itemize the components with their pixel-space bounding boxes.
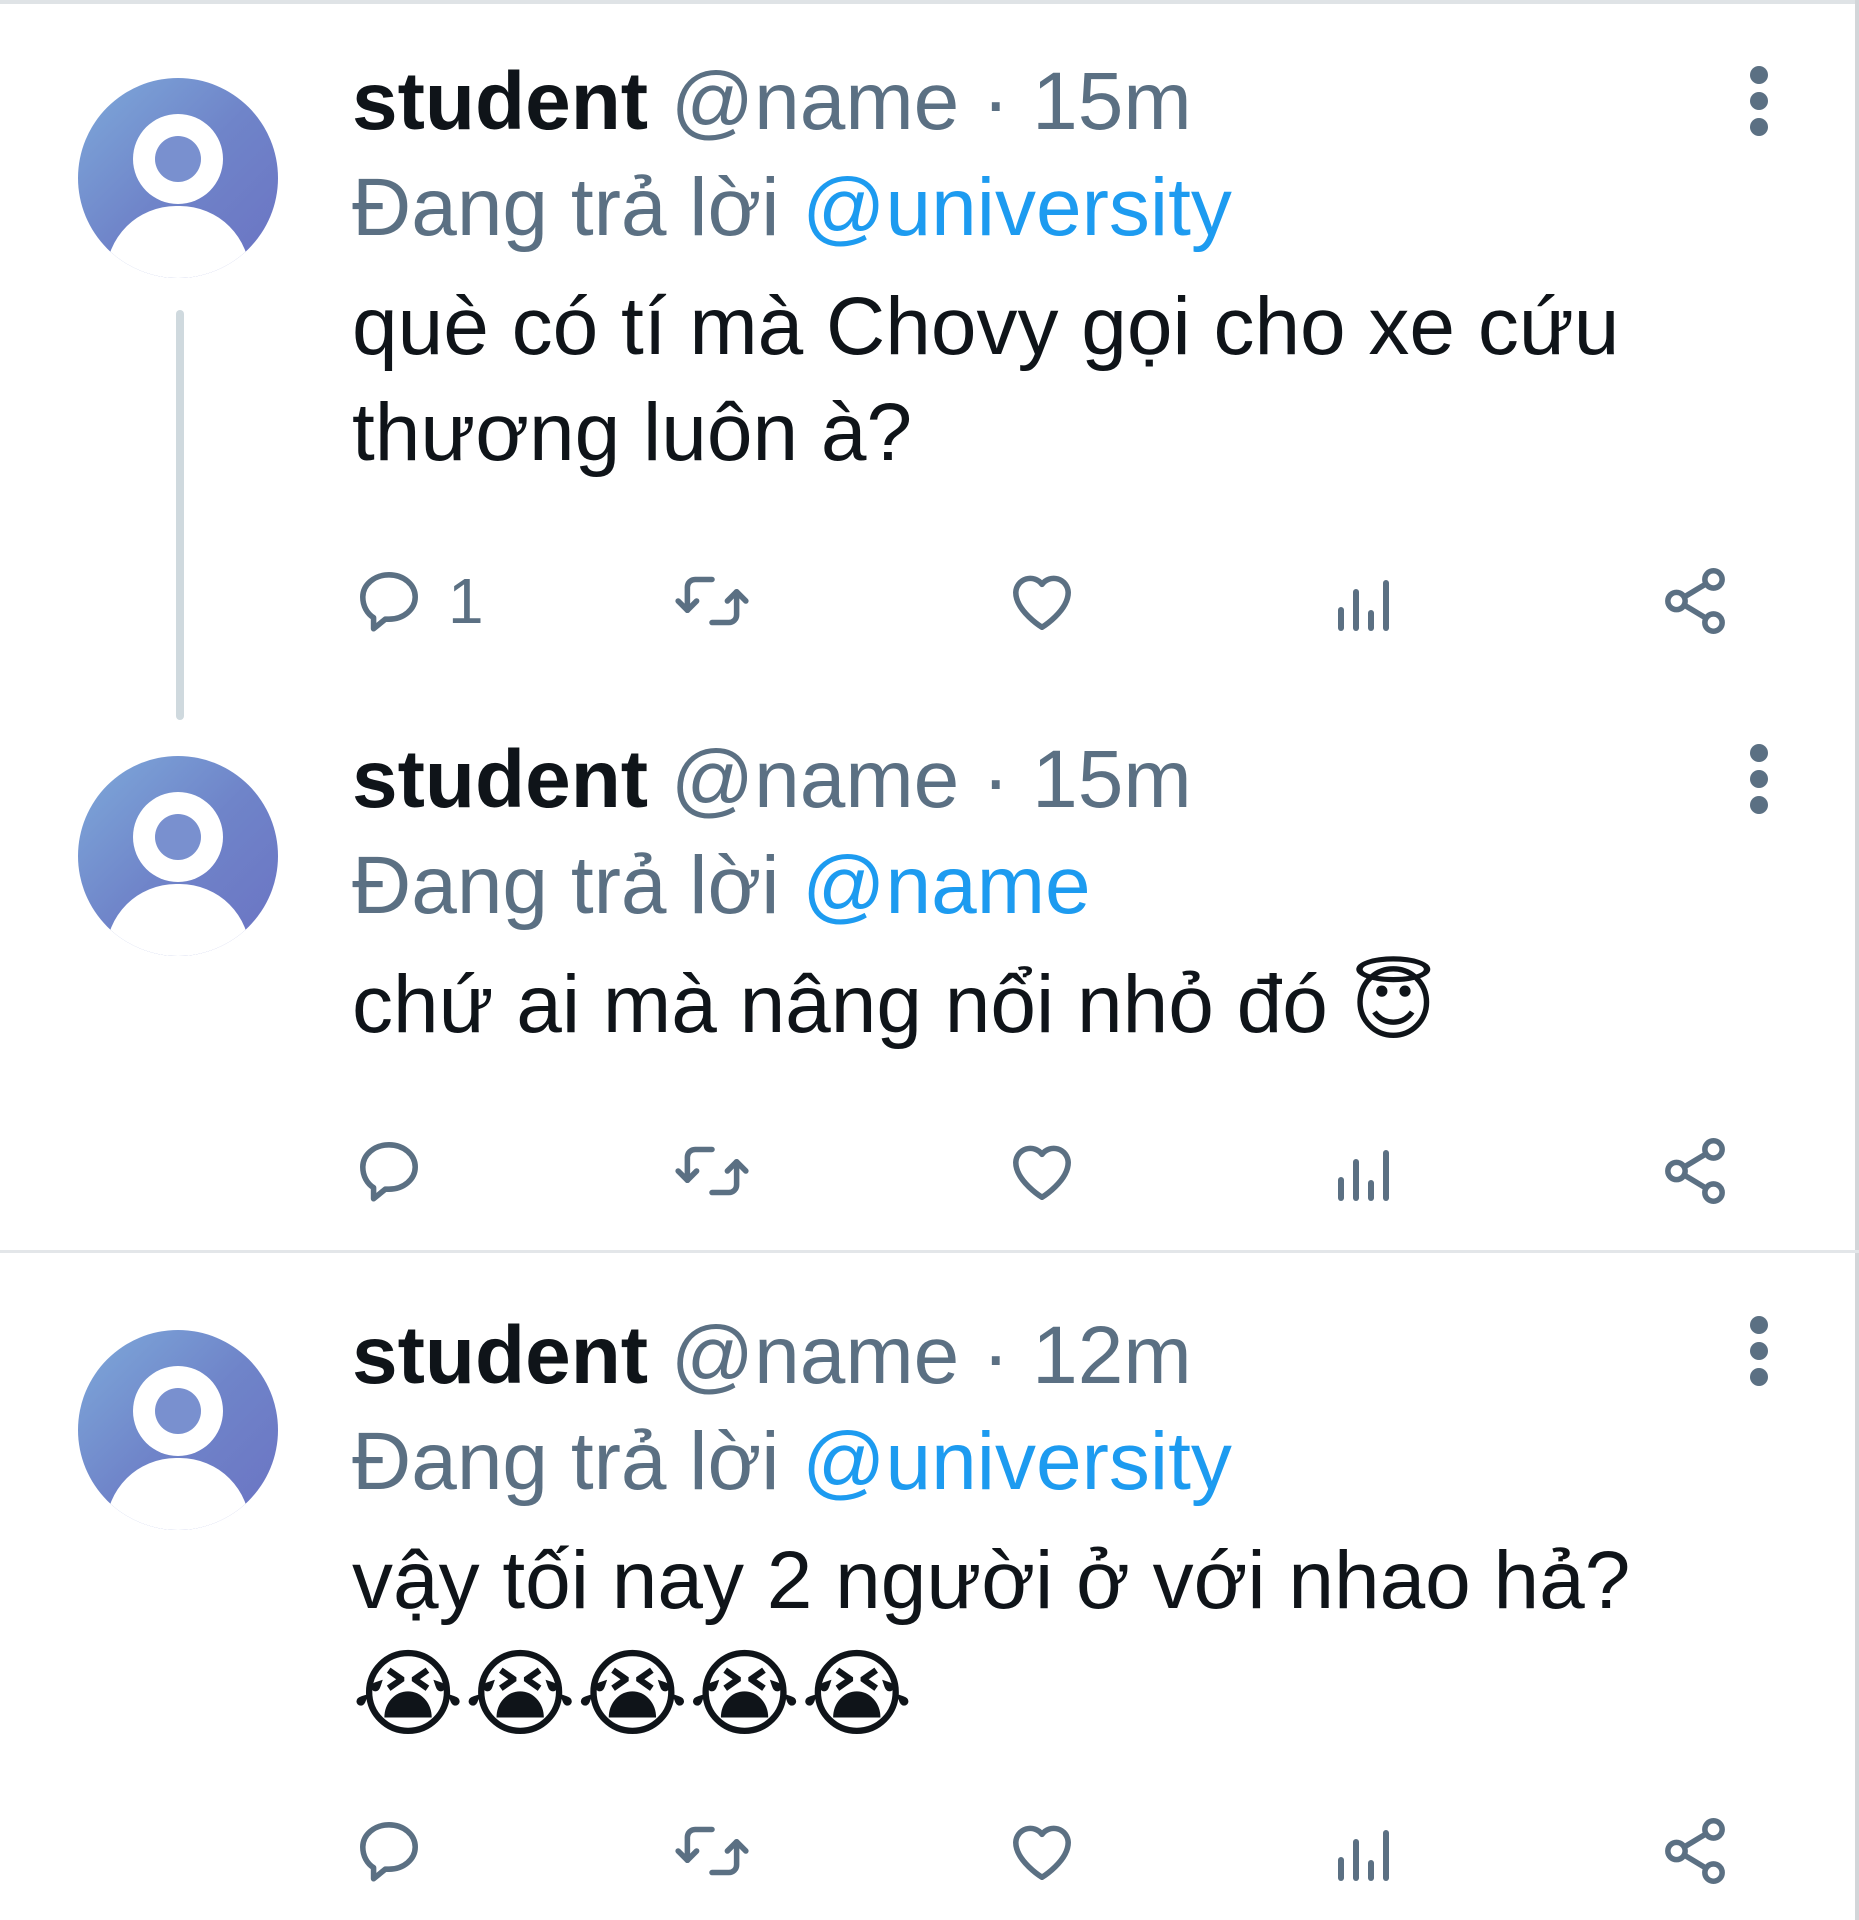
more-icon-dot <box>1750 1368 1768 1386</box>
retweet-button[interactable] <box>672 1806 752 1896</box>
more-icon <box>1750 744 1768 762</box>
avatar-body <box>106 206 250 278</box>
like-icon <box>1013 1145 1071 1200</box>
replying-to-label: Đang trả lời <box>352 840 780 931</box>
tweet-text: chứ ai mà nâng nổi nhỏ đó 😇 <box>352 952 1739 1058</box>
reply-mention-link[interactable]: @name <box>802 840 1090 931</box>
more-icon <box>1750 1316 1768 1334</box>
tweet-actions: 1 <box>352 556 1752 646</box>
more-icon-dot <box>1750 770 1768 788</box>
tweet-text-body: chứ ai mà nâng nổi nhỏ đó <box>352 959 1328 1050</box>
like-icon <box>1013 575 1071 630</box>
more-options-button[interactable] <box>1739 56 1779 146</box>
tweet-content: student @name · 12m Đang trả lời @univer… <box>352 1306 1739 1754</box>
timestamp[interactable]: 15m <box>1032 56 1192 147</box>
tweet-text: què có tí mà Chovy gọi cho xe cứu thương… <box>352 281 1620 478</box>
reply-mention-link[interactable]: @university <box>802 1416 1232 1507</box>
retweet-icon <box>675 576 749 626</box>
tweet-header: student @name · 15m <box>352 730 1739 830</box>
like-icon <box>1013 1825 1071 1880</box>
views-icon <box>1338 1830 1389 1881</box>
like-button[interactable] <box>1004 1126 1080 1216</box>
retweet-icon <box>675 1826 749 1876</box>
tweet-content: student @name · 15m Đang trả lời @name c… <box>352 730 1739 1058</box>
tweet-text: vậy tối nay 2 người ở với nhao hả? <box>352 1535 1631 1626</box>
reply-mention-link[interactable]: @university <box>802 162 1232 253</box>
halo-emoji: 😇 <box>1350 957 1437 1052</box>
share-button[interactable] <box>1658 1126 1732 1216</box>
like-button[interactable] <box>1004 1806 1080 1896</box>
thread-connector <box>176 310 184 720</box>
more-icon-dot <box>1750 1342 1768 1360</box>
avatar[interactable] <box>78 756 278 956</box>
share-button[interactable] <box>1658 556 1732 646</box>
avatar-head <box>133 792 223 882</box>
views-button[interactable] <box>1332 556 1398 646</box>
tweet-header: student @name · 15m <box>352 52 1739 152</box>
reply-count: 1 <box>448 565 484 637</box>
separator-dot: · <box>982 1310 1010 1401</box>
avatar[interactable] <box>78 1330 278 1530</box>
avatar-head <box>133 114 223 204</box>
timestamp[interactable]: 12m <box>1032 1310 1192 1401</box>
replying-to: Đang trả lời @name <box>352 836 1739 936</box>
views-button[interactable] <box>1332 1126 1398 1216</box>
tweet-content: student @name · 15m Đang trả lời @univer… <box>352 52 1739 486</box>
like-button[interactable] <box>1004 556 1080 646</box>
avatar[interactable] <box>78 78 278 278</box>
avatar-body <box>106 884 250 956</box>
avatar-head <box>133 1366 223 1456</box>
tweet-actions <box>352 1126 1752 1216</box>
reply-icon <box>360 572 418 632</box>
replying-to: Đang trả lời @university <box>352 158 1739 258</box>
right-border <box>1855 0 1859 1920</box>
retweet-button[interactable] <box>672 556 752 646</box>
user-handle[interactable]: @name <box>671 56 959 147</box>
tweet-divider <box>0 1250 1859 1253</box>
share-icon <box>1665 568 1725 634</box>
reply-button[interactable] <box>352 1806 448 1896</box>
reply-button[interactable] <box>352 1126 448 1216</box>
tweet-header: student @name · 12m <box>352 1306 1739 1406</box>
more-options-button[interactable] <box>1739 734 1779 824</box>
more-icon-dot <box>1750 92 1768 110</box>
display-name[interactable]: student <box>352 1310 648 1401</box>
reply-icon <box>360 1142 418 1202</box>
separator-dot: · <box>982 56 1010 147</box>
more-icon-dot <box>1750 796 1768 814</box>
avatar-body <box>106 1458 250 1530</box>
display-name[interactable]: student <box>352 56 648 147</box>
views-icon <box>1338 1150 1389 1201</box>
views-icon <box>1338 580 1389 631</box>
crying-emojis: 😭😭😭😭😭 <box>352 1638 913 1750</box>
share-button[interactable] <box>1658 1806 1732 1896</box>
user-handle[interactable]: @name <box>671 1310 959 1401</box>
separator-dot: · <box>982 734 1010 825</box>
more-options-button[interactable] <box>1739 1306 1779 1396</box>
tweet-actions <box>352 1806 1752 1896</box>
reply-icon <box>360 1822 418 1882</box>
replying-to-label: Đang trả lời <box>352 162 780 253</box>
replying-to: Đang trả lời @university <box>352 1412 1739 1512</box>
views-button[interactable] <box>1332 1806 1398 1896</box>
share-icon <box>1665 1138 1725 1204</box>
user-handle[interactable]: @name <box>671 734 959 825</box>
share-icon <box>1665 1818 1725 1884</box>
reply-button[interactable]: 1 <box>352 556 484 646</box>
retweet-icon <box>675 1146 749 1196</box>
retweet-button[interactable] <box>672 1126 752 1216</box>
top-border <box>0 0 1859 4</box>
display-name[interactable]: student <box>352 734 648 825</box>
timestamp[interactable]: 15m <box>1032 734 1192 825</box>
replying-to-label: Đang trả lời <box>352 1416 780 1507</box>
more-icon-dot <box>1750 118 1768 136</box>
more-icon <box>1750 66 1768 84</box>
